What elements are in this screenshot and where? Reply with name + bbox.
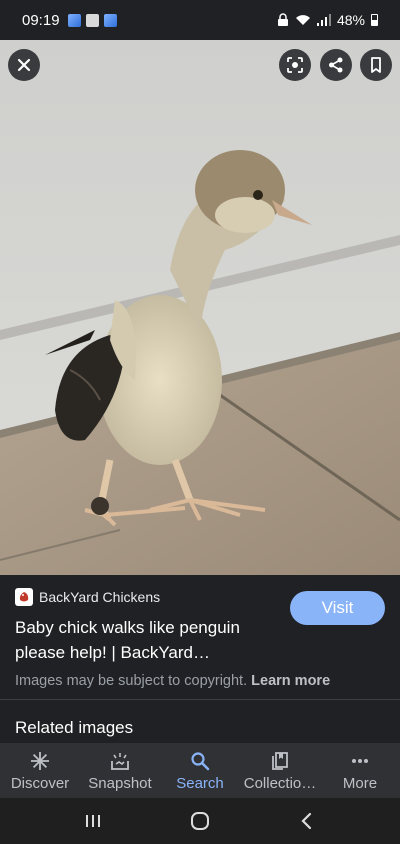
battery-percent: 48% (336, 12, 365, 28)
nav-label: More (342, 775, 378, 792)
share-button[interactable] (320, 49, 352, 81)
visit-button[interactable]: Visit (290, 591, 385, 625)
share-icon (329, 57, 343, 73)
notification-icon (103, 13, 117, 27)
nav-search[interactable]: Search (160, 743, 240, 798)
lock-icon (277, 13, 288, 26)
source-row[interactable]: BackYard Chickens (15, 588, 160, 606)
learn-more-link[interactable]: Learn more (251, 673, 330, 689)
more-icon (352, 759, 368, 763)
status-time: 09:19 (22, 11, 60, 29)
search-icon (191, 752, 210, 771)
result-info-panel: BackYard Chickens Visit Baby chick walks… (0, 575, 400, 743)
signal-icon (316, 14, 331, 26)
site-favicon-icon (15, 588, 33, 606)
notification-icon (67, 13, 81, 27)
nav-label: Snapshot (88, 775, 152, 792)
save-button[interactable] (360, 49, 392, 81)
nav-label: Search (176, 775, 224, 792)
nav-discover[interactable]: Discover (0, 743, 80, 798)
snapshot-icon (111, 753, 129, 770)
result-title[interactable]: Baby chick walks like penguin please hel… (15, 615, 285, 665)
close-icon (17, 58, 31, 72)
nav-collections[interactable]: Collectio… (240, 743, 320, 798)
bookmark-icon (371, 57, 381, 73)
nav-label: Discover (10, 775, 70, 792)
divider (0, 699, 400, 700)
bottom-nav: Discover Snapshot Search Collectio… More (0, 743, 400, 798)
nav-snapshot[interactable]: Snapshot (80, 743, 160, 798)
status-right: 48% (277, 12, 378, 28)
source-name: BackYard Chickens (39, 589, 161, 605)
chick-photo[interactable] (0, 40, 400, 575)
related-images-heading: Related images (15, 718, 134, 737)
close-button[interactable] (8, 49, 40, 81)
home-icon[interactable] (189, 810, 211, 832)
lens-button[interactable] (279, 49, 311, 81)
recents-icon[interactable] (82, 810, 104, 832)
battery-icon (371, 14, 378, 26)
system-nav-bar (0, 798, 400, 844)
collections-icon (272, 752, 288, 770)
gallery-icon (85, 13, 99, 27)
copyright-text: Images may be subject to copyright. (15, 673, 248, 689)
copyright-notice: Images may be subject to copyright. Lear… (15, 673, 330, 689)
wifi-icon (295, 15, 310, 25)
status-bar: 09:19 48% (0, 0, 400, 40)
back-icon[interactable] (296, 810, 318, 832)
nav-more[interactable]: More (320, 743, 400, 798)
nav-label: Collectio… (243, 775, 317, 792)
asterisk-icon (31, 752, 49, 770)
image-viewer[interactable] (0, 40, 400, 575)
lens-icon (287, 57, 303, 73)
